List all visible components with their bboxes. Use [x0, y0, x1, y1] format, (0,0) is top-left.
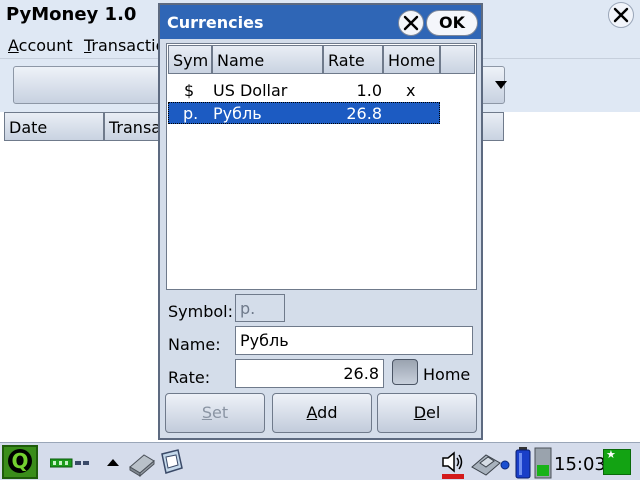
drive-icon[interactable] [126, 449, 156, 477]
up-arrow-icon[interactable] [106, 457, 120, 467]
del-button-label: el [426, 403, 441, 422]
symbol-label: Symbol: [168, 302, 233, 321]
close-icon [403, 15, 419, 31]
name-label: Name: [168, 335, 221, 354]
table-row[interactable]: $ US Dollar 1.0 x [168, 79, 440, 101]
set-button-accel: S [201, 403, 213, 422]
row-symbol: р. [183, 104, 199, 123]
column-header-extra[interactable] [481, 112, 504, 141]
rate-label: Rate: [168, 368, 211, 387]
add-button-label: dd [317, 403, 338, 422]
row-rate: 26.8 [346, 104, 382, 123]
add-button[interactable]: Add [272, 393, 372, 433]
close-icon [613, 7, 629, 23]
battery-icon [515, 447, 531, 479]
app-title: PyMoney 1.0 [6, 4, 137, 25]
main-close-button[interactable] [608, 2, 634, 28]
column-header-rate[interactable]: Rate [323, 45, 383, 74]
home-checkbox[interactable] [392, 359, 418, 385]
row-rate: 1.0 [356, 81, 382, 100]
name-input[interactable] [235, 326, 473, 355]
row-home: x [406, 81, 416, 100]
rate-input[interactable] [235, 359, 384, 388]
symbol-input[interactable] [235, 294, 285, 322]
currency-list[interactable]: Sym Name Rate Home $ US Dollar 1.0 x р. … [166, 43, 477, 290]
dialog-title-bar: Currencies OK [160, 5, 481, 39]
add-button-accel: A [306, 403, 318, 422]
menu-account-label: ccount [18, 36, 73, 55]
set-button[interactable]: Set [165, 393, 265, 433]
network-icon[interactable] [50, 457, 92, 469]
ok-button[interactable]: OK [426, 10, 478, 36]
pc-card-icon[interactable] [470, 449, 512, 477]
del-button-accel: D [413, 403, 427, 422]
row-name: US Dollar [213, 81, 288, 100]
table-row[interactable]: р. Рубль 26.8 [168, 102, 440, 124]
column-header-home[interactable]: Home [383, 45, 440, 74]
column-header-sym[interactable]: Sym [168, 45, 212, 74]
start-menu-icon: Q [8, 449, 32, 473]
language-flag-icon[interactable]: ★ [603, 448, 631, 475]
menu-account[interactable]: Account [8, 36, 73, 55]
row-symbol: $ [184, 81, 195, 100]
menu-account-accel: A [8, 36, 19, 55]
menu-transactions-label: ransactio [91, 36, 166, 55]
column-header-transaction[interactable]: Transa [104, 112, 164, 141]
volume-icon[interactable] [440, 449, 466, 475]
home-checkbox-label: Home [423, 365, 471, 384]
dialog-close-button[interactable] [398, 10, 424, 36]
del-button[interactable]: Del [377, 393, 477, 433]
chevron-down-icon [495, 81, 507, 89]
currencies-dialog: Currencies OK Sym Name Rate Home $ US Do… [158, 3, 483, 440]
row-name: Рубль [213, 104, 262, 123]
column-header-name[interactable]: Name [212, 45, 323, 74]
signal-icon [534, 447, 552, 479]
menu-transactions[interactable]: Transactio [84, 36, 165, 55]
volume-level-indicator [442, 474, 464, 479]
start-menu-button[interactable]: Q [2, 445, 38, 479]
app-window-icon[interactable] [158, 448, 184, 476]
set-button-label: et [212, 403, 229, 422]
column-header-filler [440, 45, 475, 74]
taskbar: Q 15:03 ★ [0, 442, 640, 480]
column-header-date[interactable]: Date [4, 112, 104, 141]
dialog-title: Currencies [167, 13, 264, 32]
clock[interactable]: 15:03 [554, 454, 606, 475]
